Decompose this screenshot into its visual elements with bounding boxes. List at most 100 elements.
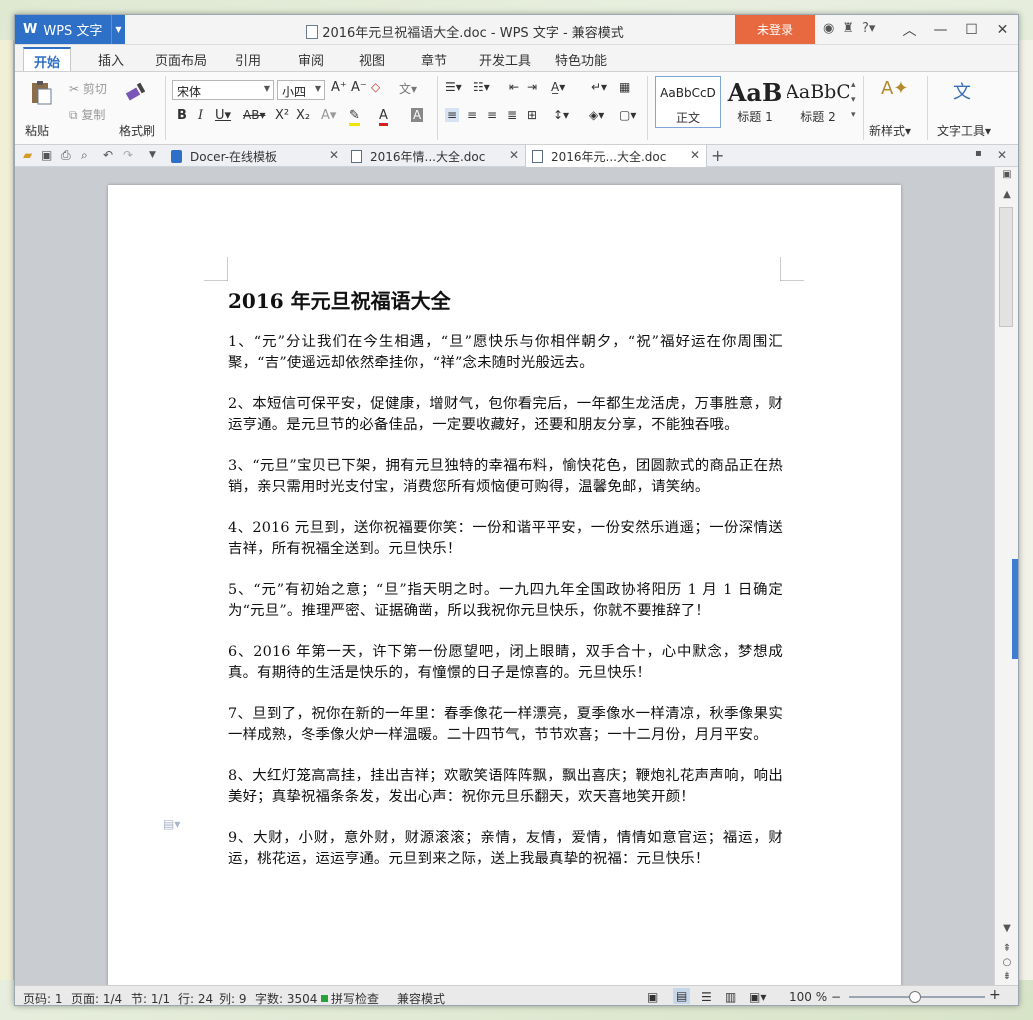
- page-view-icon[interactable]: ▤: [673, 988, 691, 1004]
- spell-check-toggle[interactable]: 拼写检查: [321, 990, 379, 1005]
- zoom-in-icon[interactable]: +: [989, 987, 1001, 1003]
- tab-review[interactable]: 审阅: [288, 49, 334, 70]
- border-icon[interactable]: ▢▾: [619, 108, 636, 122]
- next-page-icon[interactable]: ⇟: [995, 971, 1018, 982]
- tab-special[interactable]: 特色功能: [545, 49, 617, 70]
- numbering-icon[interactable]: ☷▾: [473, 80, 490, 94]
- side-panel-marker[interactable]: [1012, 559, 1018, 659]
- italic-icon[interactable]: I: [198, 108, 203, 123]
- styles-scroll-icon[interactable]: ▴ ▾ ▾: [851, 78, 856, 123]
- bold-icon[interactable]: B: [177, 108, 187, 123]
- distributed-icon[interactable]: ⊞: [527, 108, 537, 122]
- restore-pane-icon[interactable]: ▪: [975, 148, 982, 159]
- char-shading-icon[interactable]: A: [411, 108, 424, 122]
- doc-tab-3[interactable]: 2016年元...大全.doc ✕: [525, 145, 707, 167]
- style-heading-1[interactable]: AaB 标题 1: [723, 76, 787, 128]
- subscript-icon[interactable]: X₂: [296, 108, 310, 123]
- open-icon[interactable]: ▰: [23, 148, 32, 162]
- outline-view-icon[interactable]: ☰: [701, 990, 712, 1004]
- font-size-select[interactable]: 小四 ▼: [277, 80, 325, 100]
- align-center-icon[interactable]: ≡: [467, 108, 477, 122]
- close-icon[interactable]: ✕: [509, 148, 519, 162]
- chevron-down-icon[interactable]: ▼: [111, 15, 125, 44]
- print-preview-icon[interactable]: ⌕: [81, 148, 88, 163]
- decrease-indent-icon[interactable]: ⇤: [509, 80, 519, 94]
- phonetic-icon[interactable]: 文▾: [399, 80, 417, 97]
- line-spacing-icon[interactable]: ↕▾: [553, 108, 569, 122]
- paragraph-menu-icon[interactable]: ▤▾: [163, 817, 180, 831]
- tab-developer[interactable]: 开发工具: [469, 49, 541, 70]
- customize-icon[interactable]: ▼: [149, 150, 156, 160]
- zoom-out-icon[interactable]: −: [831, 990, 841, 1004]
- skin-icon[interactable]: ◉: [823, 21, 834, 36]
- superscript-icon[interactable]: X²: [275, 108, 289, 123]
- format-painter-label[interactable]: 格式刷: [119, 122, 155, 139]
- new-style-icon[interactable]: A✦: [881, 78, 908, 99]
- shirt-icon[interactable]: ♜: [842, 21, 854, 36]
- help-icon[interactable]: ?▾: [862, 21, 875, 36]
- tab-references[interactable]: 引用: [225, 49, 271, 70]
- style-heading-2[interactable]: AaBbC 标题 2: [787, 76, 849, 128]
- fullscreen-view-icon[interactable]: ▣: [647, 990, 658, 1004]
- scrollbar-thumb[interactable]: [999, 207, 1013, 327]
- login-button[interactable]: 未登录: [735, 15, 815, 44]
- tab-home[interactable]: 开始: [23, 47, 72, 71]
- doc-tab-docer[interactable]: Docer-在线模板 ✕: [165, 145, 345, 167]
- paste-label[interactable]: 粘贴: [25, 122, 49, 139]
- underline-icon[interactable]: U▾: [215, 108, 231, 123]
- align-right-icon[interactable]: ≡: [487, 108, 497, 122]
- close-doc-icon[interactable]: ✕: [997, 148, 1007, 162]
- new-style-button[interactable]: 新样式▾: [869, 122, 911, 139]
- scroll-down-icon[interactable]: ▼: [995, 923, 1018, 934]
- chinese-layout-icon[interactable]: A̲▾: [551, 80, 565, 94]
- page[interactable]: 2016 年元旦祝福语大全 1、“元”分让我们在今生相遇，“旦”愿快乐与你相伴朝…: [108, 185, 901, 985]
- strikethrough-icon[interactable]: AB▾: [243, 108, 265, 122]
- increase-indent-icon[interactable]: ⇥: [527, 80, 537, 94]
- style-normal[interactable]: AaBbCcD 正文: [655, 76, 721, 128]
- app-menu-button[interactable]: W WPS 文字 ▼: [15, 15, 125, 44]
- collapse-ribbon-icon[interactable]: ︿: [894, 15, 925, 44]
- format-painter-icon[interactable]: [125, 80, 149, 104]
- prev-page-icon[interactable]: ⇞: [995, 943, 1018, 954]
- paste-icon[interactable]: [29, 80, 53, 105]
- print-icon[interactable]: ⎙: [61, 148, 71, 163]
- shrink-font-icon[interactable]: A⁻: [351, 80, 367, 95]
- scroll-top-icon[interactable]: ▣: [995, 169, 1018, 180]
- close-button[interactable]: ✕: [987, 15, 1018, 44]
- text-tools-button[interactable]: 文字工具▾: [937, 122, 991, 139]
- undo-icon[interactable]: ↶: [103, 148, 113, 162]
- text-tools-icon[interactable]: 文: [953, 78, 971, 104]
- close-icon[interactable]: ✕: [329, 148, 339, 162]
- justify-icon[interactable]: ≣: [507, 108, 517, 122]
- highlight-icon[interactable]: ✎: [349, 108, 360, 126]
- zoom-level[interactable]: 100 %: [789, 990, 827, 1004]
- cut-button[interactable]: ✂ 剪切: [69, 80, 107, 97]
- close-icon[interactable]: ✕: [690, 148, 700, 162]
- document-body[interactable]: 2016 年元旦祝福语大全 1、“元”分让我们在今生相遇，“旦”愿快乐与你相伴朝…: [228, 285, 783, 890]
- tab-chapter[interactable]: 章节: [411, 49, 457, 70]
- new-tab-icon[interactable]: +: [711, 146, 724, 165]
- maximize-button[interactable]: ☐: [956, 15, 987, 44]
- tab-page-layout[interactable]: 页面布局: [145, 49, 217, 70]
- bullets-icon[interactable]: ☰▾: [445, 80, 462, 94]
- show-marks-icon[interactable]: ↵▾: [591, 80, 607, 94]
- reading-view-icon[interactable]: ▣▾: [749, 990, 766, 1004]
- tab-view[interactable]: 视图: [349, 49, 395, 70]
- status-word-count[interactable]: 字数: 3504: [255, 990, 317, 1005]
- web-view-icon[interactable]: ▥: [725, 990, 736, 1004]
- minimize-button[interactable]: —: [925, 15, 956, 44]
- table-grid-icon[interactable]: ▦: [619, 80, 630, 94]
- align-left-icon[interactable]: ≡: [445, 108, 460, 122]
- zoom-slider-thumb[interactable]: [909, 991, 921, 1003]
- text-effect-icon[interactable]: A▾: [321, 108, 336, 123]
- scroll-up-icon[interactable]: ▲: [995, 189, 1018, 200]
- doc-tab-2[interactable]: 2016年情...大全.doc ✕: [345, 145, 525, 167]
- font-name-select[interactable]: 宋体 ▼: [172, 80, 274, 100]
- redo-icon[interactable]: ↷: [123, 148, 133, 162]
- copy-button[interactable]: ⧉ 复制: [69, 106, 105, 123]
- grow-font-icon[interactable]: A⁺: [331, 80, 347, 95]
- tab-insert[interactable]: 插入: [88, 49, 134, 70]
- browse-object-icon[interactable]: ○: [995, 957, 1018, 968]
- shading-icon[interactable]: ◈▾: [589, 108, 604, 122]
- save-icon[interactable]: ▣: [41, 148, 52, 162]
